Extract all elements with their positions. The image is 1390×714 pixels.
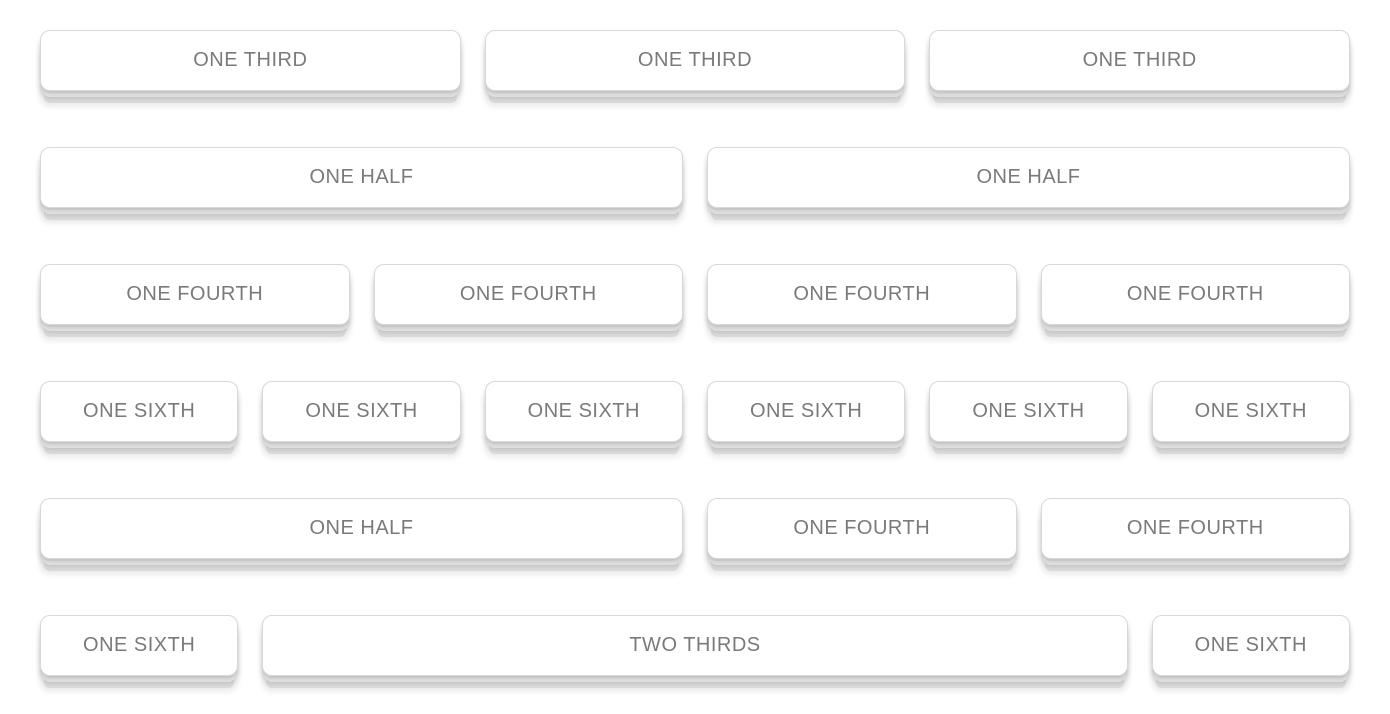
grid-cell-one-fourth: ONE FOURTH: [707, 498, 1017, 559]
grid-cell-one-half: ONE HALF: [40, 147, 683, 208]
grid-cell-one-third: ONE THIRD: [929, 30, 1350, 91]
grid-row: ONE HALF ONE HALF: [40, 147, 1350, 208]
grid-cell-one-half: ONE HALF: [707, 147, 1350, 208]
grid-row: ONE SIXTH ONE SIXTH ONE SIXTH ONE SIXTH …: [40, 381, 1350, 442]
grid-row: ONE FOURTH ONE FOURTH ONE FOURTH ONE FOU…: [40, 264, 1350, 325]
grid-cell-one-fourth: ONE FOURTH: [374, 264, 684, 325]
grid-row: ONE HALF ONE FOURTH ONE FOURTH: [40, 498, 1350, 559]
grid-cell-one-fourth: ONE FOURTH: [1041, 264, 1351, 325]
grid-cell-one-half: ONE HALF: [40, 498, 683, 559]
grid-cell-one-fourth: ONE FOURTH: [1041, 498, 1351, 559]
grid-cell-one-third: ONE THIRD: [485, 30, 906, 91]
grid-cell-one-sixth: ONE SIXTH: [1152, 381, 1350, 442]
grid-cell-one-fourth: ONE FOURTH: [40, 264, 350, 325]
grid-cell-one-fourth: ONE FOURTH: [707, 264, 1017, 325]
grid-cell-one-sixth: ONE SIXTH: [1152, 615, 1350, 676]
grid-row: ONE SIXTH TWO THIRDS ONE SIXTH: [40, 615, 1350, 676]
grid-row: ONE THIRD ONE THIRD ONE THIRD: [40, 30, 1350, 91]
grid-cell-one-sixth: ONE SIXTH: [929, 381, 1127, 442]
grid-cell-one-sixth: ONE SIXTH: [707, 381, 905, 442]
grid-cell-one-third: ONE THIRD: [40, 30, 461, 91]
grid-cell-one-sixth: ONE SIXTH: [485, 381, 683, 442]
grid-cell-one-sixth: ONE SIXTH: [262, 381, 460, 442]
grid-cell-two-thirds: TWO THIRDS: [262, 615, 1127, 676]
grid-cell-one-sixth: ONE SIXTH: [40, 615, 238, 676]
grid-demo: ONE THIRD ONE THIRD ONE THIRD ONE HALF O…: [40, 30, 1350, 676]
grid-cell-one-sixth: ONE SIXTH: [40, 381, 238, 442]
